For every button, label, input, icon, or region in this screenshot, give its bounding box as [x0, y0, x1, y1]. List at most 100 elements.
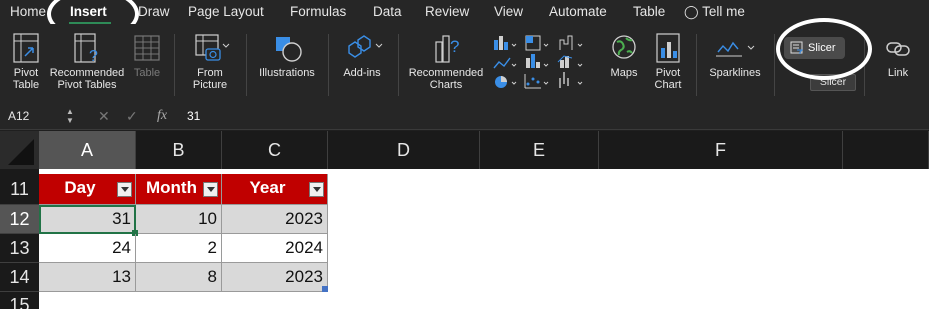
link-icon — [886, 42, 910, 56]
filter-dropdown-icon[interactable] — [203, 182, 218, 197]
column-headers: A B C D E F — [0, 131, 929, 169]
recommended-charts-label: Recommended Charts — [408, 67, 484, 91]
table-header-month[interactable]: Month — [136, 174, 222, 205]
filter-dropdown-icon[interactable] — [117, 182, 132, 197]
illustrations-button[interactable]: Illustrations — [254, 32, 320, 79]
link-button[interactable]: Link — [878, 32, 918, 79]
enter-icon[interactable]: ✓ — [126, 108, 138, 125]
tab-view[interactable]: View — [494, 4, 523, 19]
select-all-corner[interactable] — [0, 131, 39, 169]
chart-types-group — [490, 34, 592, 90]
column-header-d[interactable]: D — [328, 131, 480, 169]
recommended-pivot-tables-button[interactable]: ? Recommended Pivot Tables — [46, 32, 128, 91]
hierarchy-chart-icon — [525, 35, 541, 51]
column-header-g[interactable] — [843, 131, 929, 169]
tab-home[interactable]: Home — [10, 4, 46, 19]
ribbon-separator — [174, 34, 175, 96]
ribbon-separator — [398, 34, 399, 96]
insert-function-icon[interactable]: fx — [157, 108, 167, 124]
name-box[interactable]: A12 — [8, 109, 29, 123]
tab-formulas[interactable]: Formulas — [290, 4, 346, 19]
pivot-table-button[interactable]: Pivot Table — [6, 32, 46, 91]
pivot-table-icon — [13, 33, 39, 63]
pivot-chart-label: Pivot Chart — [654, 67, 682, 91]
column-header-f[interactable]: F — [599, 131, 843, 169]
svg-text:?: ? — [89, 48, 98, 64]
worksheet-grid: A B C D E F 11 12 13 14 15 Day Month Yea… — [0, 131, 929, 309]
table-header-year[interactable]: Year — [222, 174, 328, 205]
column-header-c[interactable]: C — [222, 131, 328, 169]
link-label: Link — [887, 67, 909, 79]
column-header-e[interactable]: E — [480, 131, 599, 169]
from-picture-icon — [195, 34, 230, 61]
row-header-14[interactable]: 14 — [0, 263, 39, 292]
header-label: Day — [64, 178, 96, 197]
header-label: Year — [249, 178, 286, 197]
table-icon — [134, 35, 160, 61]
illustrations-label: Illustrations — [259, 67, 315, 79]
tab-review[interactable]: Review — [425, 4, 469, 19]
maps-button[interactable]: Maps — [604, 32, 644, 79]
header-label: Month — [146, 178, 197, 197]
line-chart-icon — [493, 57, 511, 69]
table-button[interactable]: Table — [130, 32, 164, 79]
from-picture-button[interactable]: From Picture — [184, 32, 236, 91]
tab-table[interactable]: Table — [633, 4, 665, 19]
table-cell[interactable]: 13 — [39, 263, 136, 292]
cancel-icon[interactable]: ✕ — [98, 108, 110, 125]
highlight-circle-slicer — [776, 18, 872, 80]
ribbon-separator — [328, 34, 329, 96]
row-header-13[interactable]: 13 — [0, 234, 39, 263]
formula-bar: A12 ▲ ▼ ✕ ✓ fx 31 — [0, 104, 929, 130]
ribbon-separator — [696, 34, 697, 96]
tab-draw[interactable]: Draw — [138, 4, 170, 19]
sheet-cells: Day Month Year 31 10 2023 24 2 2024 13 8… — [39, 169, 929, 309]
combo-chart-icon — [557, 55, 573, 68]
name-box-dropdown-icon[interactable]: ▲ ▼ — [66, 107, 74, 125]
table-resize-handle[interactable] — [322, 286, 328, 292]
sparklines-button[interactable]: Sparklines — [704, 32, 766, 79]
ribbon-separator — [246, 34, 247, 96]
add-ins-button[interactable]: Add-ins — [336, 32, 388, 79]
pivot-chart-icon — [656, 33, 680, 63]
table-cell[interactable]: 2023 — [222, 263, 328, 292]
filter-dropdown-icon[interactable] — [309, 182, 324, 197]
column-header-a[interactable]: A — [39, 131, 136, 169]
tab-page-layout[interactable]: Page Layout — [188, 4, 264, 19]
maps-label: Maps — [610, 67, 638, 79]
tell-me[interactable]: ◯ Tell me — [684, 4, 745, 20]
tab-automate[interactable]: Automate — [549, 4, 607, 19]
table-header-day[interactable]: Day — [39, 174, 136, 205]
table-cell[interactable]: 8 — [136, 263, 222, 292]
recommended-charts-icon: ? — [435, 35, 459, 63]
menu-bar: Home Insert Draw Page Layout Formulas Da… — [0, 0, 929, 24]
recommended-charts-button[interactable]: ? Recommended Charts — [406, 32, 486, 91]
row-header-12[interactable]: 12 — [0, 205, 39, 234]
tell-me-label: Tell me — [702, 4, 745, 19]
add-ins-icon — [348, 35, 383, 58]
table-cell[interactable]: 2 — [136, 234, 222, 263]
sparklines-icon — [716, 41, 755, 57]
recommended-pivot-tables-icon: ? — [74, 33, 98, 64]
waterfall-chart-icon — [559, 35, 573, 50]
column-header-b[interactable]: B — [136, 131, 222, 169]
pivot-chart-button[interactable]: Pivot Chart — [648, 32, 688, 91]
table-cell[interactable]: 10 — [136, 205, 222, 234]
table-cell[interactable]: 24 — [39, 234, 136, 263]
from-picture-label: From Picture — [192, 67, 228, 91]
formula-input[interactable]: 31 — [187, 109, 200, 123]
select-all-triangle-icon — [8, 139, 34, 165]
row-header-15[interactable]: 15 — [0, 292, 39, 309]
table-cell[interactable]: 2024 — [222, 234, 328, 263]
tab-data[interactable]: Data — [373, 4, 402, 19]
sparklines-label: Sparklines — [709, 67, 761, 79]
illustrations-icon — [276, 37, 302, 62]
row-header-11[interactable]: 11 — [0, 169, 39, 205]
chart-types-icons — [493, 35, 583, 89]
lightbulb-icon: ◯ — [684, 4, 699, 19]
pie-chart-icon — [495, 76, 507, 88]
table-cell[interactable]: 31 — [39, 205, 136, 234]
ribbon-separator — [774, 34, 775, 96]
table-cell[interactable]: 2023 — [222, 205, 328, 234]
table-label: Table — [133, 67, 161, 79]
